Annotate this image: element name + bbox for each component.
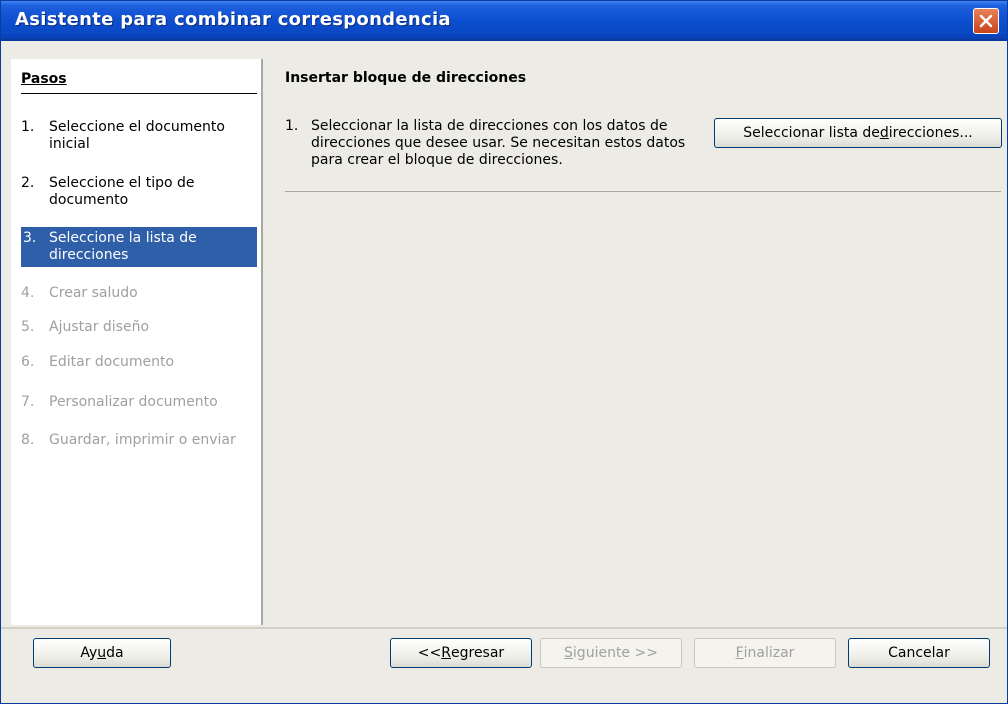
- cancel-button[interactable]: Cancelar: [848, 638, 990, 668]
- button-label: inalizar: [743, 645, 795, 661]
- button-label: iguiente >>: [572, 645, 658, 661]
- step-label: Crear saludo: [49, 285, 138, 301]
- step-label: Editar documento: [49, 354, 175, 370]
- title-bar[interactable]: Asistente para combinar correspondencia: [1, 1, 1007, 41]
- step-label: Seleccione la lista de direcciones: [49, 230, 197, 263]
- step-number: 1.: [21, 119, 35, 135]
- steps-header: Pasos: [21, 68, 257, 94]
- section-title: Insertar bloque de direcciones: [285, 70, 527, 86]
- next-button[interactable]: Siguiente >>: [540, 638, 682, 668]
- button-mnemonic: u: [97, 645, 107, 661]
- button-label: Seleccionar lista de: [743, 125, 880, 141]
- step-number: 6.: [21, 354, 35, 370]
- step-number: 3.: [23, 230, 37, 246]
- step-label: Ajustar diseño: [49, 319, 150, 335]
- step-create-greeting: 4. Crear saludo: [21, 285, 257, 302]
- button-label: Ay: [80, 645, 98, 661]
- select-address-list-button[interactable]: Seleccionar lista de d irecciones...: [714, 118, 1002, 148]
- button-label: Cancelar: [888, 645, 950, 661]
- button-label: <<: [417, 645, 442, 661]
- instruction-number: 1.: [285, 118, 299, 134]
- separator: [285, 191, 1001, 192]
- button-mnemonic: S: [564, 645, 573, 661]
- step-label: Personalizar documento: [49, 394, 218, 410]
- close-button[interactable]: [973, 8, 999, 34]
- mail-merge-wizard-window: Asistente para combinar correspondencia …: [0, 0, 1008, 704]
- button-mnemonic: d: [879, 125, 889, 141]
- step-label: Seleccione el tipo de documento: [49, 175, 195, 208]
- step-save-print-send: 8. Guardar, imprimir o enviar: [21, 432, 257, 449]
- step-number: 4.: [21, 285, 35, 301]
- step-select-address-list[interactable]: 3. Seleccione la lista de direcciones: [21, 227, 257, 267]
- button-mnemonic: R: [441, 645, 451, 661]
- step-number: 2.: [21, 175, 35, 191]
- back-button[interactable]: << Regresar: [390, 638, 532, 668]
- button-mnemonic: F: [735, 645, 744, 661]
- instruction-text: Seleccionar la lista de direcciones con …: [311, 118, 686, 168]
- step-label: Seleccione el documento inicial: [49, 119, 225, 152]
- window-title: Asistente para combinar correspondencia: [15, 9, 451, 30]
- bottom-divider: [1, 627, 1007, 629]
- button-label: egresar: [451, 645, 505, 661]
- step-number: 7.: [21, 394, 35, 410]
- step-select-initial-document[interactable]: 1. Seleccione el documento inicial: [21, 119, 257, 153]
- help-button[interactable]: Ay u da: [33, 638, 171, 668]
- step-number: 8.: [21, 432, 35, 448]
- step-select-document-type[interactable]: 2. Seleccione el tipo de documento: [21, 175, 257, 209]
- step-edit-document: 6. Editar documento: [21, 354, 257, 371]
- step-number: 5.: [21, 319, 35, 335]
- step-label: Guardar, imprimir o enviar: [49, 432, 236, 448]
- step-adjust-layout: 5. Ajustar diseño: [21, 319, 257, 336]
- step-personalize-document: 7. Personalizar documento: [21, 394, 257, 411]
- steps-pane: Pasos 1. Seleccione el documento inicial…: [11, 59, 261, 625]
- content-pane: Insertar bloque de direcciones 1. Selecc…: [263, 59, 1007, 625]
- button-label: da: [106, 645, 124, 661]
- button-label: irecciones...: [888, 125, 973, 141]
- finish-button[interactable]: Finalizar: [694, 638, 836, 668]
- close-icon: [979, 14, 993, 28]
